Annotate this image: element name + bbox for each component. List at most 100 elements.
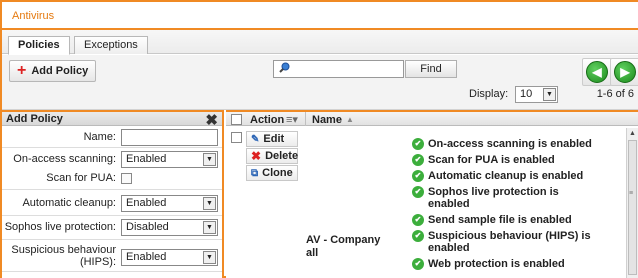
status-text: Scan for PUA is enabled xyxy=(428,154,555,166)
status-text: Send sample file is enabled xyxy=(428,214,572,226)
display-select[interactable]: 10 ▼ xyxy=(515,86,558,103)
hips-row: Suspicious behaviour (HIPS): Enabled ▼ xyxy=(2,240,222,272)
display-label: Display: xyxy=(469,88,509,100)
add-policy-title: Add Policy xyxy=(6,113,63,125)
sort-asc-icon: ▲ xyxy=(346,115,354,124)
scroll-thumb[interactable] xyxy=(628,140,637,275)
live-protection-select[interactable]: Disabled ▼ xyxy=(121,219,218,236)
check-icon: ✔ xyxy=(412,154,424,166)
clone-button[interactable]: ⧉ Clone xyxy=(246,165,298,181)
check-icon: ✔ xyxy=(412,138,424,150)
select-all-checkbox[interactable] xyxy=(231,114,242,125)
edit-icon: ✎ xyxy=(251,133,260,145)
row-checkbox[interactable] xyxy=(231,132,242,143)
clone-label: Clone xyxy=(262,167,293,179)
tab-strip: Policies Exceptions xyxy=(2,30,638,55)
status-list: ✔ On-access scanning is enabled ✔ Scan for … xyxy=(412,138,622,274)
display-value: 10 xyxy=(520,88,533,100)
pua-row: Scan for PUA: xyxy=(2,170,222,190)
status-text: enabled xyxy=(428,242,470,254)
edit-label: Edit xyxy=(263,133,285,145)
status-item: ✔ Suspicious behaviour (HIPS) is enabled xyxy=(412,230,622,254)
delete-label: Delete xyxy=(265,150,299,162)
search-icon xyxy=(279,62,290,73)
search-field[interactable] xyxy=(273,60,404,78)
chevron-down-icon: ▼ xyxy=(203,251,216,264)
grip-icon: ≡ xyxy=(629,190,634,197)
policy-grid: Action ≡▾ Name ▲ ✎ Edit ✖ Delete ⧉ Clone… xyxy=(226,110,638,278)
status-text: Automatic cleanup is enabled xyxy=(428,170,584,182)
onaccess-row: On-access scanning: Enabled ▼ xyxy=(2,148,222,170)
cleanup-value: Enabled xyxy=(126,197,167,209)
status-text: enabled xyxy=(428,198,470,210)
chevron-down-icon: ▼ xyxy=(203,197,216,210)
live-protection-label: Sophos live protection: xyxy=(4,221,116,233)
status-item: ✔ Automatic cleanup is enabled xyxy=(412,170,622,182)
cleanup-label: Automatic cleanup: xyxy=(22,197,116,209)
right-arrow-icon: ▶ xyxy=(614,61,636,83)
hips-label-line2: (HIPS): xyxy=(79,256,116,268)
onaccess-select[interactable]: Enabled ▼ xyxy=(121,151,218,168)
policy-name: AV - Company all xyxy=(306,234,386,260)
chevron-down-icon: ▼ xyxy=(203,153,216,166)
cleanup-row: Automatic cleanup: Enabled ▼ xyxy=(2,190,222,216)
next-page-button[interactable]: ▶ xyxy=(610,58,638,86)
live-protection-row: Sophos live protection: Disabled ▼ xyxy=(2,216,222,240)
column-menu-icon[interactable]: ≡▾ xyxy=(286,113,298,126)
status-text: On-access scanning is enabled xyxy=(428,138,592,150)
policy-name-line2: all xyxy=(306,247,319,259)
cleanup-select[interactable]: Enabled ▼ xyxy=(121,195,218,212)
tab-exceptions[interactable]: Exceptions xyxy=(74,36,148,54)
find-button[interactable]: Find xyxy=(405,60,457,78)
name-row: Name: xyxy=(2,126,222,148)
policy-name-line1: AV - Company xyxy=(306,234,381,246)
status-text: Web protection is enabled xyxy=(428,258,565,270)
add-policy-label: Add Policy xyxy=(31,65,89,77)
pua-label: Scan for PUA: xyxy=(46,172,116,184)
status-item: ✔ Scan for PUA is enabled xyxy=(412,154,622,166)
window-title: Antivirus xyxy=(12,10,55,22)
check-icon: ✔ xyxy=(412,214,424,226)
clone-icon: ⧉ xyxy=(251,167,259,179)
pua-checkbox[interactable] xyxy=(121,173,132,184)
row-actions: ✎ Edit ✖ Delete ⧉ Clone xyxy=(246,131,298,182)
onaccess-label: On-access scanning: xyxy=(13,153,116,165)
tab-policies[interactable]: Policies xyxy=(8,36,70,55)
grid-header: Action ≡▾ Name ▲ xyxy=(226,110,638,126)
name-label: Name: xyxy=(83,131,116,143)
left-arrow-icon: ◀ xyxy=(586,61,608,83)
delete-icon: ✖ xyxy=(251,149,262,163)
delete-button[interactable]: ✖ Delete xyxy=(246,148,298,164)
hips-label-line1: Suspicious behaviour xyxy=(11,244,116,256)
plus-icon: + xyxy=(17,62,27,79)
status-item: ✔ Sophos live protection is enabled xyxy=(412,186,622,210)
add-policy-header: Add Policy ✖ xyxy=(2,110,222,129)
add-policy-panel: Add Policy ✖ Name: On-access scanning: E… xyxy=(2,110,224,278)
status-item: ✔ On-access scanning is enabled xyxy=(412,138,622,150)
check-icon: ✔ xyxy=(412,258,424,270)
name-field[interactable] xyxy=(121,129,218,146)
check-icon: ✔ xyxy=(412,170,424,182)
column-action: Action xyxy=(250,114,285,126)
status-text: Sophos live protection is xyxy=(428,186,559,198)
vertical-scrollbar[interactable]: ▲ ≡ xyxy=(626,128,638,278)
check-icon: ✔ xyxy=(412,230,424,242)
onaccess-value: Enabled xyxy=(126,153,167,165)
chevron-down-icon: ▼ xyxy=(203,221,216,234)
pager-count: 1-6 of 6 xyxy=(596,88,634,100)
prev-page-button[interactable]: ◀ xyxy=(582,58,612,86)
scroll-up-icon[interactable]: ▲ xyxy=(629,130,636,137)
search-input[interactable] xyxy=(274,61,403,77)
live-protection-value: Disabled xyxy=(126,221,169,233)
hips-select[interactable]: Enabled ▼ xyxy=(121,249,218,266)
edit-button[interactable]: ✎ Edit xyxy=(246,131,298,147)
status-item: ✔ Send sample file is enabled xyxy=(412,214,622,226)
check-icon: ✔ xyxy=(412,186,424,198)
status-text: Suspicious behaviour (HIPS) is xyxy=(428,230,591,242)
hips-value: Enabled xyxy=(126,251,167,263)
status-item: ✔ Web protection is enabled xyxy=(412,258,622,270)
column-name[interactable]: Name xyxy=(312,114,342,126)
chevron-down-icon: ▼ xyxy=(543,88,556,101)
hips-label: Suspicious behaviour (HIPS): xyxy=(11,244,116,268)
add-policy-button[interactable]: + Add Policy xyxy=(9,60,97,82)
